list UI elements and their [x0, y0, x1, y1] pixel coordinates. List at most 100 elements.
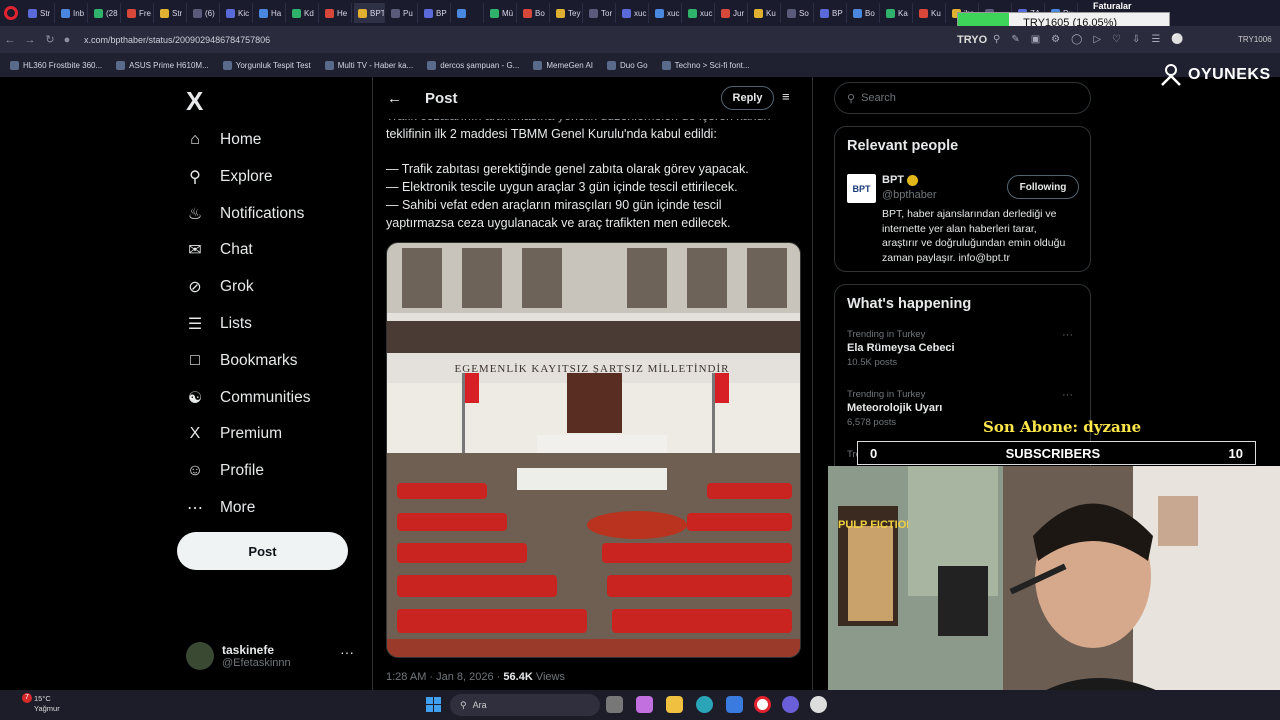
browser-tab[interactable]: Ku	[750, 3, 781, 23]
browser-tab[interactable]: He	[321, 3, 352, 23]
browser-tab[interactable]	[453, 3, 484, 23]
tab-label: Ha	[271, 8, 282, 18]
browser-tab[interactable]: Bo	[519, 3, 550, 23]
bookmark-item[interactable]: MemeGen AI	[533, 60, 593, 70]
browser-tab[interactable]: So	[783, 3, 814, 23]
task-view-icon[interactable]	[606, 696, 623, 713]
sidebar-item-label: Notifications	[220, 204, 305, 222]
camera-icon[interactable]: ▣	[1031, 34, 1040, 45]
oyuneks-logo: OYUNEKS	[1160, 60, 1280, 90]
browser-tab[interactable]: Ku	[915, 3, 946, 23]
bookmark-label: Duo Go	[620, 60, 648, 70]
reply-button[interactable]: Reply	[721, 86, 774, 110]
bookmark-item[interactable]: Duo Go	[607, 60, 648, 70]
views-count: 56.4K	[503, 671, 533, 683]
browser-tab[interactable]: Fre	[123, 3, 154, 23]
download-icon[interactable]: ⇩	[1132, 34, 1140, 45]
back-icon[interactable]: ←	[0, 34, 20, 46]
back-arrow-icon[interactable]: ←	[387, 90, 402, 107]
file-explorer-icon[interactable]	[666, 696, 683, 713]
sidebar-item-label: Home	[220, 131, 262, 148]
play-icon[interactable]: ▷	[1093, 34, 1101, 45]
opera-icon[interactable]	[4, 6, 18, 20]
windows-start-icon[interactable]	[426, 697, 441, 712]
sidebar-item-lists[interactable]: ☰ Lists	[186, 315, 252, 333]
weather-widget[interactable]: 15°C Yağmur	[34, 694, 60, 714]
shield-icon[interactable]: ◯	[1071, 34, 1082, 45]
app-icon[interactable]	[810, 696, 827, 713]
edit-icon[interactable]: ✎	[1011, 34, 1019, 45]
bookmark-item[interactable]: dercos şampuan - G...	[427, 60, 519, 70]
settings-icon[interactable]: ⚙	[1051, 34, 1060, 45]
browser-tab[interactable]: xuc	[618, 3, 649, 23]
sidebar-item-bookmarks[interactable]: □ Bookmarks	[186, 351, 298, 370]
x-logo-icon[interactable]: X	[186, 86, 203, 117]
browser-tab[interactable]: Str	[156, 3, 187, 23]
bookmark-item[interactable]: ASUS Prime H610M...	[116, 60, 209, 70]
browser-tab[interactable]: Mü	[486, 3, 517, 23]
browser-tab[interactable]: Kic	[222, 3, 253, 23]
search-icon: ⚲	[847, 92, 856, 105]
opera-taskbar-icon[interactable]	[754, 696, 771, 713]
account-switcher[interactable]: taskinefe @Efetaskinnn ···	[186, 638, 366, 674]
browser-tab[interactable]: Jur	[717, 3, 748, 23]
bookmark-item[interactable]: HL360 Frostbite 360...	[10, 60, 102, 70]
sidebar-item-label: Bookmarks	[220, 351, 298, 369]
post-time[interactable]: 1:28 AM · Jan 8, 2026 ·	[386, 671, 500, 683]
browser-tab[interactable]: (28	[90, 3, 121, 23]
trend-item[interactable]: Trending in Turkey Ela Rümeysa Cebeci 10.5…	[847, 329, 1077, 368]
trend-more-icon[interactable]: ···	[1062, 389, 1073, 401]
store-icon[interactable]	[726, 696, 743, 713]
filter-icon[interactable]: ≡	[782, 89, 790, 104]
menu-icon[interactable]: ☰	[1151, 34, 1160, 45]
person-icon[interactable]: ⚪	[1171, 34, 1183, 45]
person-name[interactable]: BPT	[882, 174, 904, 186]
sidebar-item-grok[interactable]: ⊘ Grok	[186, 278, 253, 296]
heart-icon[interactable]: ♡	[1112, 34, 1121, 45]
browser-tab[interactable]: Kd	[288, 3, 319, 23]
bookmark-item[interactable]: Techno > Sci-fi font...	[661, 60, 750, 70]
post-photo[interactable]: EGEMENLİK KAYITSIZ ŞARTSIZ MİLLETİNDİR	[386, 242, 801, 658]
sidebar-item-home[interactable]: ⌂ Home	[186, 131, 261, 149]
browser-tab[interactable]: Tor	[585, 3, 616, 23]
search-input[interactable]: ⚲ Search	[834, 82, 1091, 114]
browser-tab[interactable]: Inb	[57, 3, 88, 23]
sidebar-item-explore[interactable]: ⚲ Explore	[186, 168, 272, 186]
browser-tab[interactable]: xuc	[651, 3, 682, 23]
sidebar-item-more[interactable]: ⋯ More	[186, 499, 255, 517]
trend-more-icon[interactable]: ···	[1062, 329, 1073, 341]
following-button[interactable]: Following	[1007, 175, 1079, 199]
sidebar-item-premium[interactable]: X Premium	[186, 425, 282, 443]
browser-tab[interactable]: Tey	[552, 3, 583, 23]
sidebar-item-communities[interactable]: ☯ Communities	[186, 389, 311, 407]
reload-icon[interactable]: ↻	[40, 33, 60, 46]
sidebar-item-notifications[interactable]: ♨ Notifications	[186, 204, 305, 223]
search-icon[interactable]: ⚲	[993, 34, 1000, 45]
browser-tab[interactable]: Ha	[255, 3, 286, 23]
edge-icon[interactable]	[696, 696, 713, 713]
browser-tab[interactable]: Bo	[849, 3, 880, 23]
browser-tab[interactable]: Pu	[387, 3, 418, 23]
tab-label: xuc	[700, 8, 713, 18]
discord-icon[interactable]	[782, 696, 799, 713]
bookmark-item[interactable]: Yorgunluk Tespit Test	[222, 60, 311, 70]
taskbar-search[interactable]: ⚲ Ara	[450, 694, 600, 716]
forward-icon[interactable]: →	[20, 34, 40, 46]
bookmark-item[interactable]: Multi TV - Haber ka...	[324, 60, 413, 70]
post-button[interactable]: Post	[177, 532, 348, 570]
sidebar-item-chat[interactable]: ✉ Chat	[186, 241, 252, 259]
more-dots-icon[interactable]: ···	[340, 644, 354, 660]
browser-tab[interactable]: Str	[24, 3, 55, 23]
browser-tab[interactable]: BPT o	[354, 3, 385, 23]
person-avatar[interactable]: BPT	[847, 174, 876, 203]
tab-label: Bo	[535, 8, 545, 18]
copilot-icon[interactable]	[636, 696, 653, 713]
bookmark-label: Yorgunluk Tespit Test	[235, 60, 311, 70]
browser-tab[interactable]: BP	[816, 3, 847, 23]
url-field[interactable]: x.com/bpthaber/status/200902948678475780…	[84, 35, 270, 45]
sidebar-item-profile[interactable]: ☺ Profile	[186, 462, 264, 480]
browser-tab[interactable]: xuc	[684, 3, 715, 23]
browser-tab[interactable]: BP	[420, 3, 451, 23]
browser-tab[interactable]: Ka	[882, 3, 913, 23]
browser-tab[interactable]: (6)	[189, 3, 220, 23]
